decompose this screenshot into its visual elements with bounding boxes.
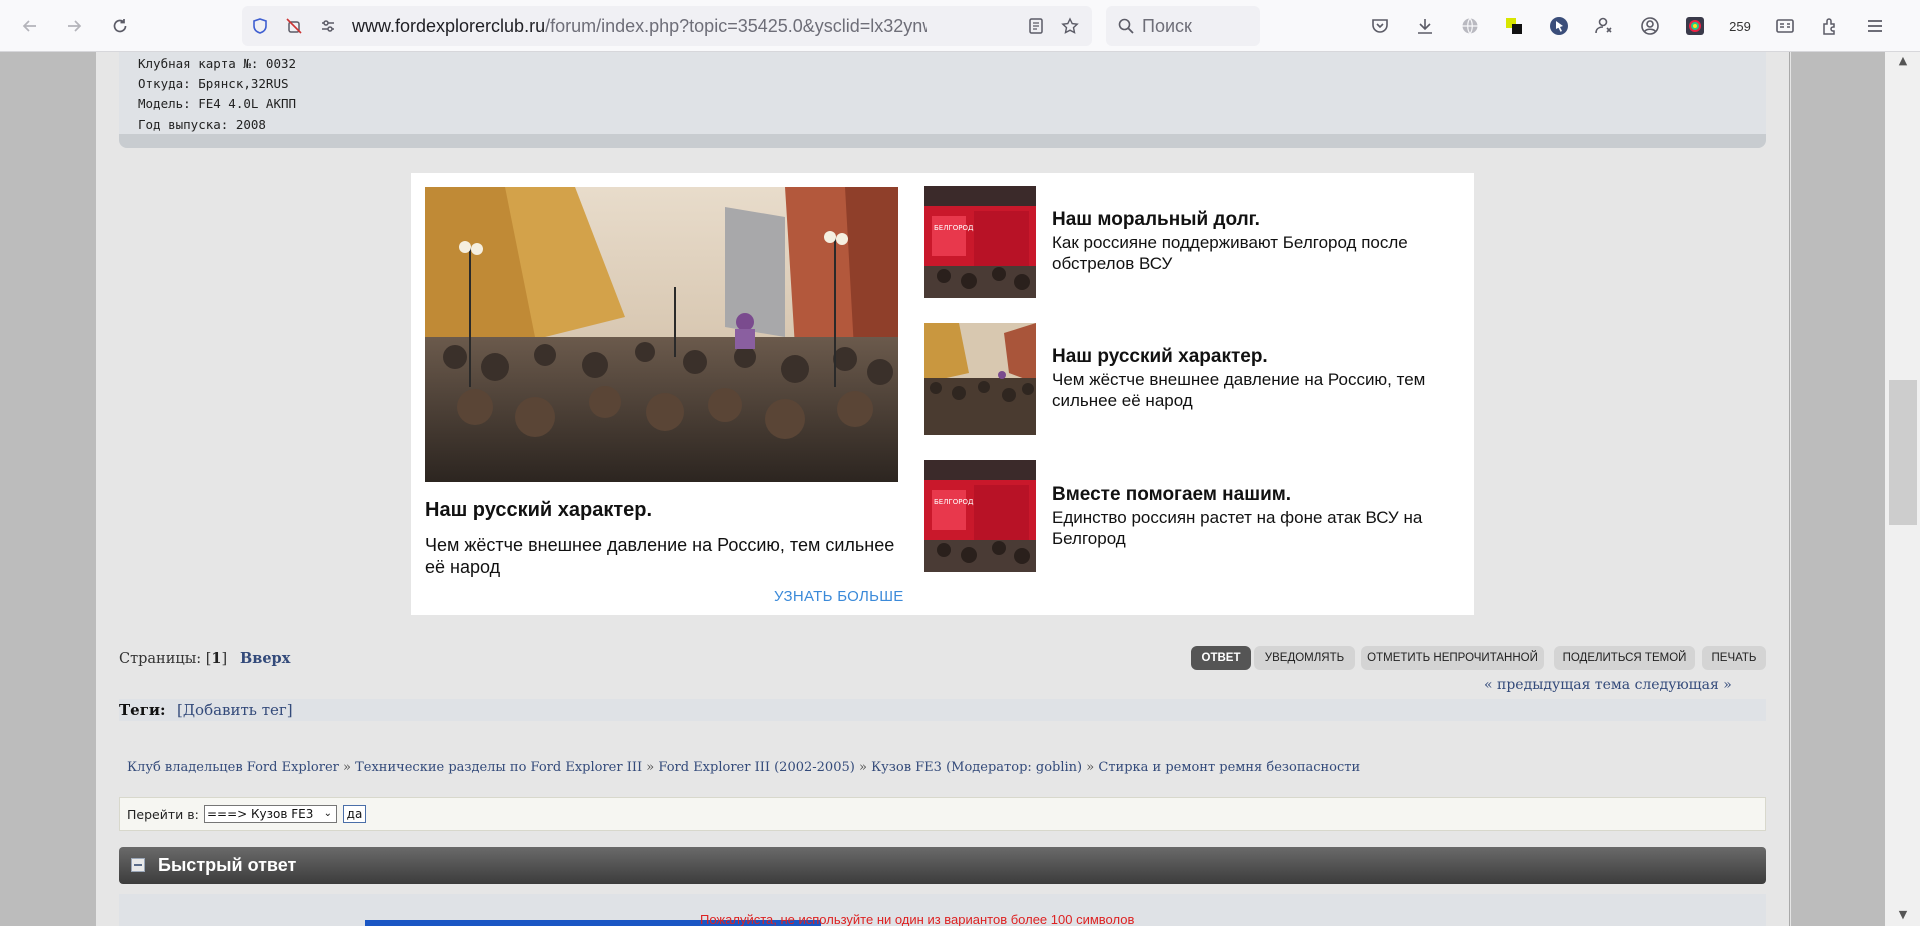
extension-card-icon[interactable] (1773, 14, 1797, 38)
ad-item-1-title[interactable]: Наш моральный долг. (1052, 209, 1260, 231)
ad-main-title[interactable]: Наш русский характер. (425, 499, 652, 522)
blocked-permission-icon[interactable] (284, 16, 304, 36)
quick-reply-header[interactable] (119, 847, 1766, 884)
jump-to-label: Перейти в: (127, 807, 199, 822)
extension-colorwheel-icon[interactable] (1683, 14, 1707, 38)
print-button[interactable]: ПЕЧАТЬ (1702, 646, 1766, 670)
translate-globe-icon[interactable] (1458, 14, 1482, 38)
ad-main-description[interactable]: Чем жёстче внешнее давление на Россию, т… (425, 534, 895, 578)
search-box[interactable]: Поиск (1106, 6, 1260, 46)
url-path: /forum/index.php?topic=35425.0&ysclid=lx… (545, 16, 927, 36)
share-topic-button[interactable]: ПОДЕЛИТЬСЯ ТЕМОЙ (1554, 646, 1695, 670)
breadcrumb-separator: » (646, 760, 655, 775)
search-icon (1116, 16, 1136, 36)
downloads-icon[interactable] (1413, 14, 1437, 38)
extension-color-icon[interactable] (1502, 14, 1526, 38)
jump-to-box (119, 797, 1766, 831)
account-icon[interactable] (1638, 14, 1662, 38)
breadcrumb-item[interactable]: Кузов FE3 (Модератор: goblin) (871, 760, 1082, 775)
url-bar[interactable]: www.fordexplorerclub.ru/forum/index.php?… (242, 6, 1092, 46)
extensions-puzzle-icon[interactable] (1818, 14, 1842, 38)
ad-item-1-description[interactable]: Как россияне поддерживают Белгород после… (1052, 232, 1452, 274)
ad-item-2-image[interactable] (924, 323, 1036, 435)
pagination-label: Страницы: [ (119, 651, 212, 667)
breadcrumb-item[interactable]: Стирка и ремонт ремня безопасности (1098, 760, 1360, 775)
url-domain: www.fordexplorerclub.ru (352, 16, 546, 36)
profile-location: Откуда: Брянск,32RUS (138, 76, 289, 91)
back-icon[interactable] (14, 11, 46, 41)
pagination-current-page[interactable]: 1 (211, 650, 221, 667)
pagination-close: ] (221, 651, 228, 667)
breadcrumb-item[interactable]: Технические разделы по Ford Explorer III (355, 760, 642, 775)
collapse-icon[interactable] (131, 858, 145, 872)
quick-reply-title: Быстрый ответ (158, 855, 297, 875)
pagination: Страницы: [1] (119, 650, 227, 667)
scroll-up-arrow-icon[interactable]: ▲ (1895, 52, 1911, 68)
breadcrumb-item[interactable]: Клуб владельцев Ford Explorer (127, 760, 339, 775)
user-profile-box-footer (119, 134, 1766, 148)
scroll-down-arrow-icon[interactable]: ▼ (1895, 906, 1911, 922)
search-placeholder: Поиск (1142, 16, 1192, 36)
breadcrumb-separator: » (1086, 760, 1095, 775)
site-settings-icon[interactable] (318, 16, 338, 36)
ad-item-3-image[interactable]: БЕЛГОРОД (924, 460, 1036, 572)
chevron-down-icon: ⌄ (323, 808, 332, 819)
ad-item-3-title[interactable]: Вместе помогаем нашим. (1052, 484, 1291, 506)
url-text[interactable]: www.fordexplorerclub.ru/forum/index.php?… (352, 16, 927, 37)
breadcrumb-separator: » (343, 760, 351, 775)
extension-cursor-icon[interactable] (1547, 14, 1571, 38)
quick-reply-notice: Пожалуйста, не используйте ни один из ва… (700, 912, 1135, 926)
content-column-border (1789, 52, 1790, 926)
scrollbar-thumb[interactable] (1889, 380, 1917, 525)
ad-item-3-description[interactable]: Единство россиян растет на фоне атак ВСУ… (1052, 507, 1452, 549)
ad-item-2-title[interactable]: Наш русский характер. (1052, 346, 1268, 368)
scroll-up-link[interactable]: Вверх (240, 650, 290, 667)
reader-view-icon[interactable] (1026, 16, 1046, 36)
jump-go-button[interactable]: да (343, 805, 366, 823)
reload-icon[interactable] (104, 11, 136, 41)
menu-hamburger-icon[interactable] (1863, 14, 1887, 38)
forward-icon[interactable] (58, 11, 90, 41)
extension-badge-count[interactable]: 259 (1728, 14, 1752, 38)
jump-to-selected: ===> Кузов FE3 (207, 807, 314, 821)
breadcrumb-item[interactable]: Ford Explorer III (2002-2005) (658, 760, 854, 775)
profile-year: Год выпуска: 2008 (138, 117, 266, 132)
notify-button[interactable]: УВЕДОМЛЯТЬ (1254, 646, 1355, 670)
profile-club-card: Клубная карта №: 0032 (138, 56, 297, 71)
tags-bar (119, 699, 1766, 721)
shield-icon[interactable] (250, 16, 270, 36)
bookmark-star-icon[interactable] (1060, 16, 1080, 36)
breadcrumb-separator: » (858, 760, 867, 775)
reply-button[interactable]: ОТВЕТ (1191, 646, 1251, 670)
add-tag-link[interactable]: [Добавить тег] (177, 701, 293, 719)
pocket-icon[interactable] (1368, 14, 1392, 38)
topic-prev-next-links[interactable]: « предыдущая тема следующая » (1484, 677, 1732, 693)
extension-person-icon[interactable] (1592, 14, 1616, 38)
ad-item-2-description[interactable]: Чем жёстче внешнее давление на Россию, т… (1052, 369, 1452, 411)
jump-to-select[interactable]: ===> Кузов FE3 ⌄ (204, 805, 337, 823)
ad-main-image[interactable] (425, 187, 898, 482)
ad-item-1-image[interactable]: БЕЛГОРОД (924, 186, 1036, 298)
svg-text:БЕЛГОРОД: БЕЛГОРОД (934, 224, 974, 232)
tags-label: Теги: (119, 701, 166, 719)
svg-text:БЕЛГОРОД: БЕЛГОРОД (934, 498, 974, 506)
mark-unread-button[interactable]: ОТМЕТИТЬ НЕПРОЧИТАННОЙ (1361, 646, 1544, 670)
browser-toolbar: www.fordexplorerclub.ru/forum/index.php?… (0, 0, 1920, 52)
ad-learn-more-link[interactable]: УЗНАТЬ БОЛЬШЕ (774, 588, 904, 605)
breadcrumb: Клуб владельцев Ford Explorer » Техничес… (127, 760, 1360, 775)
profile-model: Модель: FE4 4.0L АКПП (138, 96, 297, 111)
